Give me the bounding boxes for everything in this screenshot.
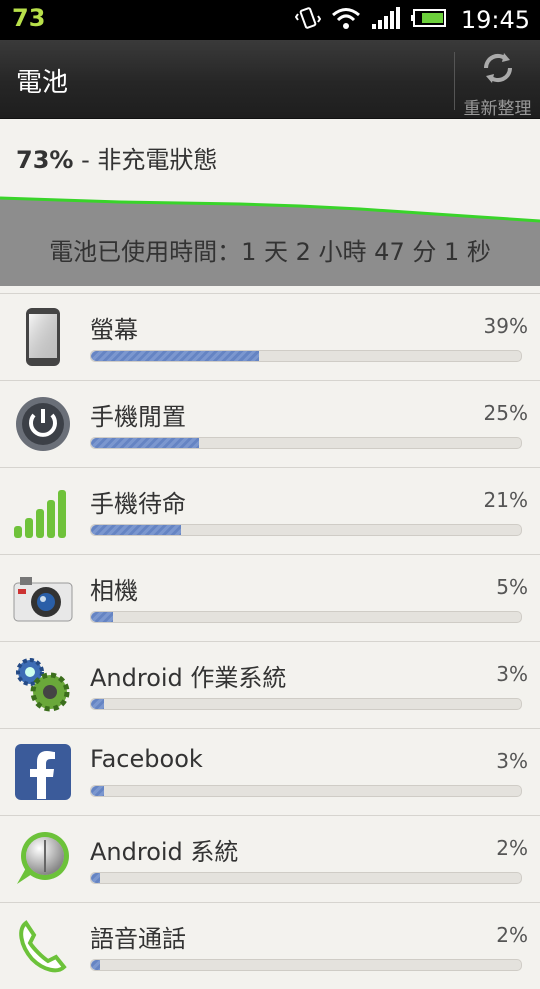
list-item[interactable]: 相機 5%: [0, 554, 540, 641]
power-button-icon: [12, 393, 74, 455]
usage-bar-fill: [91, 960, 100, 970]
phone-screen-icon: [12, 306, 74, 368]
usage-bar-fill: [91, 351, 259, 361]
gears-icon: [12, 654, 74, 716]
vibrate-icon: [294, 5, 322, 35]
battery-level-indicator: 73: [12, 4, 46, 32]
page-title: 電池: [16, 68, 69, 98]
usage-bar-fill: [91, 873, 100, 883]
item-percent: 21%: [483, 488, 528, 512]
item-label: Facebook: [90, 745, 203, 773]
charging-state: - 非充電狀態: [73, 146, 218, 174]
usage-bar-fill: [91, 438, 199, 448]
status-icons: 19:45: [294, 0, 530, 40]
refresh-label: 重新整理: [463, 99, 532, 119]
battery-percent: 73%: [16, 146, 74, 174]
list-item[interactable]: Facebook 3%: [0, 728, 540, 815]
clock: 19:45: [460, 6, 530, 34]
item-label: 語音通話: [90, 925, 186, 953]
usage-bar-fill: [91, 699, 104, 709]
item-label: 相機: [90, 577, 138, 605]
signal-bars-icon: [12, 480, 74, 542]
usage-bar: [90, 437, 522, 449]
list-item[interactable]: Android 系統 2%: [0, 815, 540, 902]
refresh-button[interactable]: 重新整理: [455, 40, 540, 119]
usage-bar: [90, 698, 522, 710]
item-percent: 5%: [496, 575, 528, 599]
list-item[interactable]: 手機閒置 25%: [0, 380, 540, 467]
item-percent: 2%: [496, 836, 528, 860]
item-percent: 39%: [483, 314, 528, 338]
wifi-icon: [331, 6, 361, 34]
list-item[interactable]: 語音通話 2%: [0, 902, 540, 989]
signal-icon: [371, 6, 401, 34]
list-item[interactable]: 螢幕 39%: [0, 293, 540, 380]
item-label: Android 系統: [90, 838, 239, 866]
refresh-icon: [478, 40, 518, 92]
usage-bar: [90, 611, 522, 623]
usage-bar-fill: [91, 786, 104, 796]
status-bar: 73 19:45: [0, 0, 540, 40]
facebook-icon: [12, 741, 74, 803]
list-item[interactable]: Android 作業系統 3%: [0, 641, 540, 728]
app-header: 電池 重新整理: [0, 40, 540, 119]
item-label: Android 作業系統: [90, 664, 287, 692]
usage-bar: [90, 350, 522, 362]
usage-bar: [90, 959, 522, 971]
battery-status: 73% - 非充電狀態: [16, 140, 217, 175]
usage-bar-fill: [91, 612, 113, 622]
usage-bar: [90, 872, 522, 884]
battery-usage-list: 螢幕 39% 手機閒置 25% 手機待命 21% 相機 5% Android 作業系統 3…: [0, 293, 540, 989]
item-percent: 3%: [496, 749, 528, 773]
list-item[interactable]: 手機待命 21%: [0, 467, 540, 554]
item-label: 手機待命: [90, 490, 186, 518]
item-label: 螢幕: [90, 316, 138, 344]
item-percent: 25%: [483, 401, 528, 425]
item-label: 手機閒置: [90, 403, 186, 431]
item-percent: 2%: [496, 923, 528, 947]
phone-call-icon: [12, 915, 74, 977]
usage-bar: [90, 785, 522, 797]
usage-time-text: 電池已使用時間：1 天 2 小時 47 分 1 秒: [49, 238, 491, 266]
usage-bar-fill: [91, 525, 182, 535]
camera-icon: [12, 567, 74, 629]
item-percent: 3%: [496, 662, 528, 686]
android-system-icon: [12, 828, 74, 890]
usage-bar: [90, 524, 522, 536]
battery-icon: [410, 8, 447, 32]
